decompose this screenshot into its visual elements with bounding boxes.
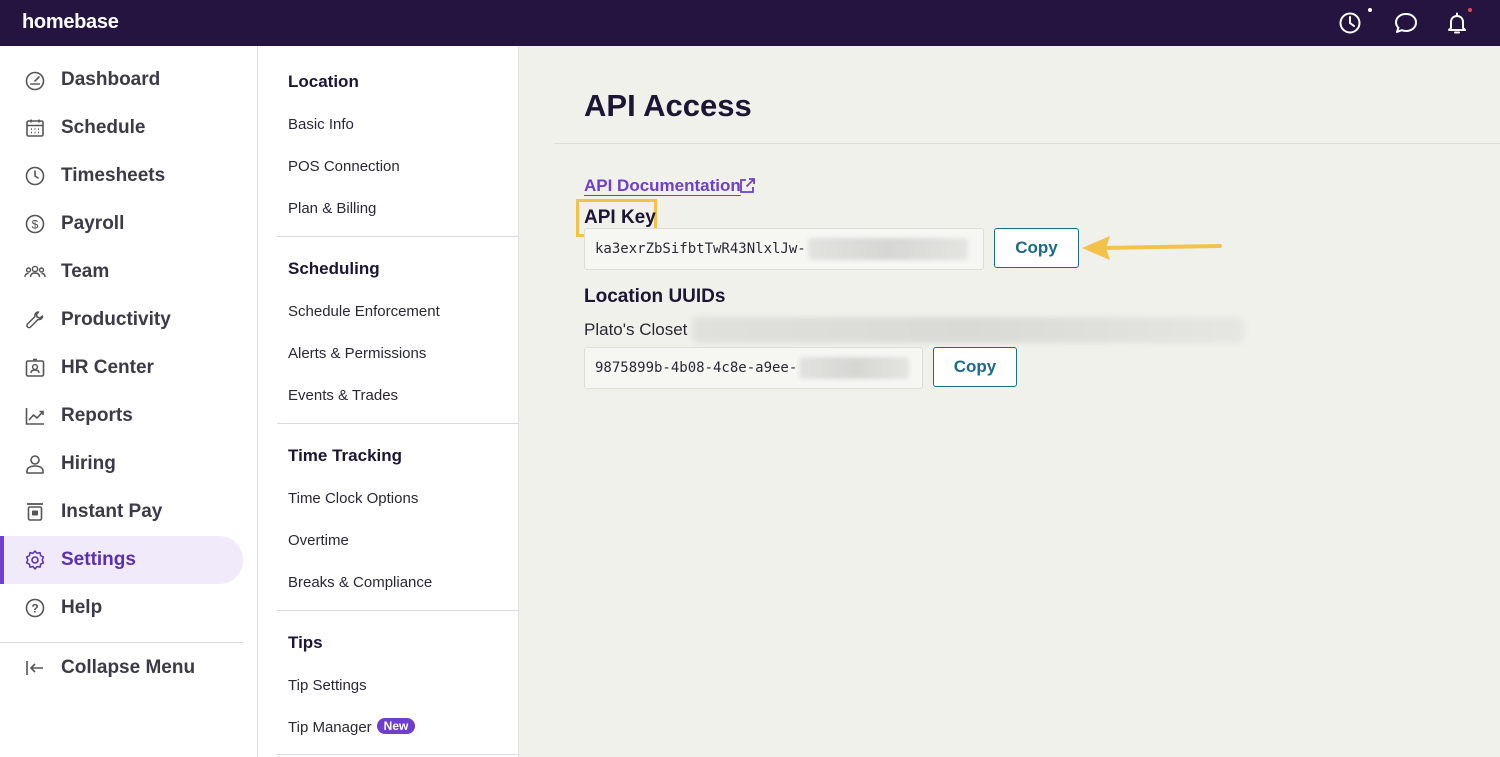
chart-icon <box>25 408 44 425</box>
submenu-item-tip-manager[interactable]: Tip Manager New <box>288 718 416 736</box>
notification-dot <box>1468 8 1472 12</box>
collapse-menu-button[interactable]: Collapse Menu <box>0 644 243 692</box>
collapse-menu-label: Collapse Menu <box>61 657 196 678</box>
help-icon: ? <box>25 598 45 618</box>
submenu-item-plan-billing[interactable]: Plan & Billing <box>288 200 376 217</box>
sidebar-item-productivity[interactable]: Productivity <box>0 296 243 344</box>
top-bar: homebase <box>0 0 1500 46</box>
clock-icon <box>25 166 45 186</box>
page-title: API Access <box>584 88 752 123</box>
sidebar-divider <box>0 642 243 643</box>
sidebar-item-payroll[interactable]: $ Payroll <box>0 200 243 248</box>
submenu-divider <box>277 423 519 424</box>
wrench-icon <box>26 311 44 329</box>
location-uuid-field[interactable]: 9875899b-4b08-4c8e-a9ee- <box>584 347 923 389</box>
submenu-item-schedule-enforcement[interactable]: Schedule Enforcement <box>288 303 440 320</box>
copy-location-uuid-button[interactable]: Copy <box>933 347 1017 387</box>
external-link-icon[interactable] <box>738 177 756 195</box>
sidebar-item-timesheets[interactable]: Timesheets <box>0 152 243 200</box>
sidebar-item-instant-pay[interactable]: Instant Pay <box>0 488 243 536</box>
arrow-annotation <box>1082 236 1222 260</box>
sidebar-item-label: Settings <box>61 549 136 570</box>
sidebar-item-team[interactable]: Team <box>0 248 243 296</box>
section-title-time-tracking: Time Tracking <box>288 446 403 465</box>
sidebar-item-hiring[interactable]: Hiring <box>0 440 243 488</box>
calendar-icon <box>26 119 44 137</box>
clock-icon[interactable] <box>1336 9 1364 37</box>
sidebar-item-schedule[interactable]: Schedule <box>0 104 243 152</box>
redacted-api-key <box>807 238 968 260</box>
api-documentation-link[interactable]: API Documentation <box>584 176 741 196</box>
collapse-icon <box>26 661 43 675</box>
sidebar-item-label: Productivity <box>61 309 171 330</box>
submenu-item-basic-info[interactable]: Basic Info <box>288 116 354 133</box>
api-key-field[interactable]: ka3exrZbSifbtTwR43NlxlJw- <box>584 228 984 270</box>
location-uuid-value: 9875899b-4b08-4c8e-a9ee- <box>595 360 798 376</box>
sidebar-item-reports[interactable]: Reports <box>0 392 243 440</box>
team-icon <box>24 265 46 278</box>
submenu-divider <box>277 754 519 755</box>
gear-icon <box>25 550 45 570</box>
submenu-item-pos-connection[interactable]: POS Connection <box>288 158 400 175</box>
location-uuids-label: Location UUIDs <box>584 286 726 307</box>
submenu-item-tip-settings[interactable]: Tip Settings <box>288 677 367 694</box>
svg-text:?: ? <box>31 602 38 616</box>
dollar-icon: $ <box>25 214 45 234</box>
redacted-location-address <box>692 317 1244 343</box>
sidebar-item-label: Team <box>61 261 110 282</box>
submenu-item-alerts-permissions[interactable]: Alerts & Permissions <box>288 345 426 362</box>
submenu-item-events-trades[interactable]: Events & Trades <box>288 387 398 404</box>
sidebar-item-label: Instant Pay <box>61 501 163 522</box>
sidebar-item-label: HR Center <box>61 357 154 378</box>
sidebar: Dashboard Schedule Timesheets $ Payroll … <box>0 46 258 757</box>
api-key-value: ka3exrZbSifbtTwR43NlxlJw- <box>595 241 806 257</box>
dashboard-icon <box>25 71 45 91</box>
section-title-location: Location <box>288 72 359 91</box>
submenu-divider <box>277 236 519 237</box>
redacted-location-uuid <box>799 357 910 379</box>
submenu-item-breaks-compliance[interactable]: Breaks & Compliance <box>288 574 432 591</box>
submenu-item-time-clock-options[interactable]: Time Clock Options <box>288 490 418 507</box>
id-badge-icon <box>25 358 45 377</box>
sidebar-item-label: Schedule <box>61 117 146 138</box>
brand-logo[interactable]: homebase <box>22 11 119 34</box>
settings-submenu: Location Basic Info POS Connection Plan … <box>258 46 519 757</box>
sidebar-item-label: Help <box>61 597 103 618</box>
copy-api-key-button[interactable]: Copy <box>994 228 1079 268</box>
person-icon <box>26 455 44 474</box>
svg-text:$: $ <box>32 218 39 232</box>
bell-icon[interactable] <box>1443 9 1471 37</box>
section-title-tips: Tips <box>288 633 323 652</box>
sidebar-item-label: Payroll <box>61 213 125 234</box>
sidebar-item-label: Dashboard <box>61 69 161 90</box>
chat-icon[interactable] <box>1392 9 1420 37</box>
sidebar-item-dashboard[interactable]: Dashboard <box>0 56 243 104</box>
sidebar-item-hr-center[interactable]: HR Center <box>0 344 243 392</box>
submenu-divider <box>277 610 519 611</box>
wallet-icon <box>27 503 43 521</box>
sidebar-item-settings[interactable]: Settings <box>0 536 243 584</box>
sidebar-item-label: Reports <box>61 405 133 426</box>
location-name: Plato's Closet <box>584 320 688 339</box>
section-title-scheduling: Scheduling <box>288 259 380 278</box>
sidebar-item-help[interactable]: ? Help <box>0 584 243 632</box>
api-key-label: API Key <box>584 207 656 228</box>
title-divider <box>554 143 1500 144</box>
clock-indicator-dot <box>1368 8 1372 12</box>
sidebar-item-label: Hiring <box>61 453 116 474</box>
submenu-item-overtime[interactable]: Overtime <box>288 532 349 549</box>
new-badge: New <box>376 718 416 734</box>
sidebar-item-label: Timesheets <box>61 165 166 186</box>
submenu-item-label: Tip Manager <box>288 719 372 736</box>
